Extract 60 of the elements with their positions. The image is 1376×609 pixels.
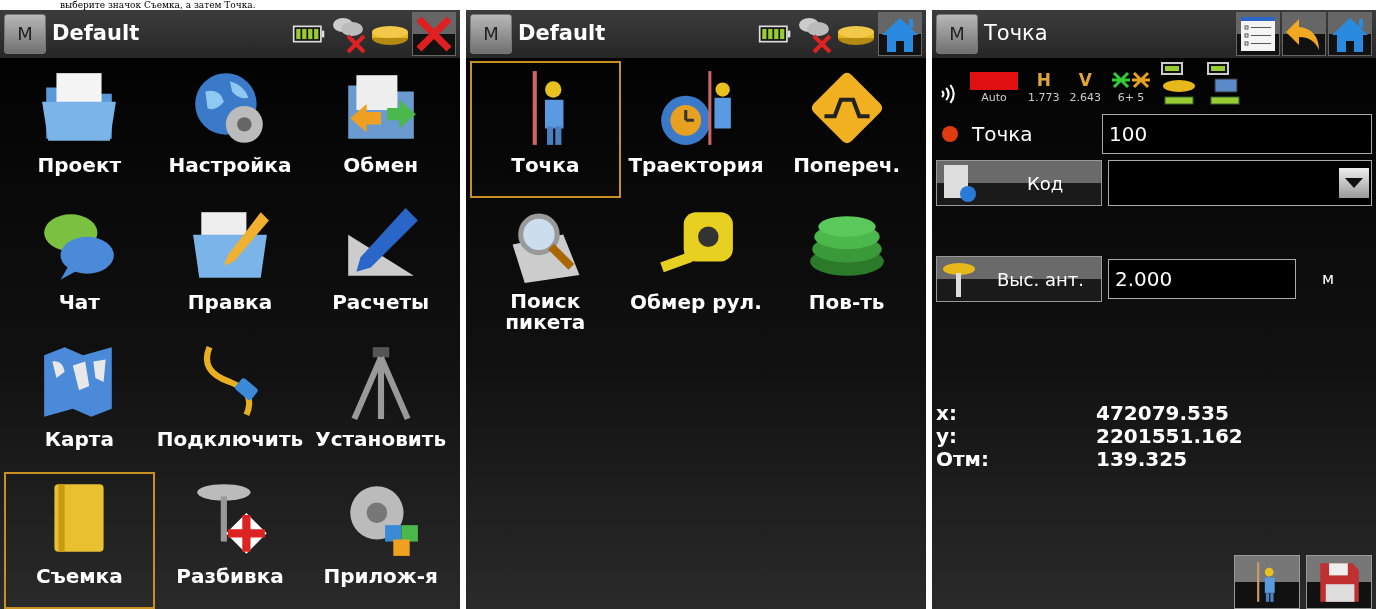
point-name-field[interactable]: 100 xyxy=(1102,114,1372,154)
point-status-dot xyxy=(942,126,958,142)
caret-icon xyxy=(1345,178,1363,188)
menu-item[interactable]: Обмер рул. xyxy=(620,198,772,335)
menu-item[interactable]: Пов-ть xyxy=(771,198,922,335)
home-button[interactable] xyxy=(1328,12,1372,56)
menu-item[interactable]: Траектория xyxy=(620,61,772,198)
close-icon xyxy=(414,14,454,54)
menu-button[interactable]: M xyxy=(936,14,978,54)
save-icon xyxy=(1317,560,1361,604)
window-title: Точка xyxy=(984,20,1048,48)
menu-item[interactable]: Попереч. xyxy=(771,61,922,198)
controller-battery-icon xyxy=(1207,62,1243,106)
coord-label: Отм: xyxy=(936,448,990,471)
back-button[interactable] xyxy=(1282,12,1326,56)
status-reading: 6+ 5 xyxy=(1117,89,1145,106)
coord-label: y: xyxy=(936,425,959,448)
menu-item[interactable]: Правка xyxy=(154,198,306,335)
menu-item[interactable]: Чат xyxy=(4,198,155,335)
unit-label: м xyxy=(1322,268,1335,290)
menu-item[interactable]: Установить xyxy=(305,335,456,472)
code-dropdown[interactable] xyxy=(1108,160,1372,206)
coord-label: x: xyxy=(936,402,958,425)
field-label: Точка xyxy=(972,121,1033,148)
coord-value: 472079.535 xyxy=(1096,402,1230,425)
receiver-battery-icon xyxy=(1161,62,1197,106)
coord-value: 139.325 xyxy=(1096,448,1189,471)
status-reading: Auto xyxy=(981,89,1007,106)
caption-text: выберите значок Съемка, а затем Точка. xyxy=(59,0,257,10)
status-reading: 2.643 xyxy=(1069,89,1101,106)
close-button[interactable] xyxy=(412,12,456,56)
save-button[interactable] xyxy=(1306,555,1372,609)
coord-value: 2201551.162 xyxy=(1096,425,1244,448)
home-button[interactable] xyxy=(878,12,922,56)
menu-item[interactable]: Поиск пикета xyxy=(470,198,621,335)
satellites-icon xyxy=(1111,69,1151,90)
list-button[interactable] xyxy=(1236,12,1280,56)
menu-item[interactable]: Обмен xyxy=(305,61,456,198)
window-title: Default xyxy=(52,20,140,48)
solution-bar-icon xyxy=(970,71,1018,90)
surveyor-button[interactable] xyxy=(1234,555,1300,609)
window-title: Default xyxy=(518,20,606,48)
list-icon xyxy=(1238,14,1278,54)
code-button[interactable]: Код xyxy=(936,160,1102,206)
antenna-height-field[interactable]: 2.000 xyxy=(1108,259,1296,299)
menu-item[interactable]: Проект xyxy=(4,61,155,198)
menu-item[interactable]: Точка xyxy=(470,61,621,198)
menu-item[interactable]: Расчеты xyxy=(305,198,456,335)
menu-item[interactable]: Прилож-я xyxy=(305,472,456,609)
menu-item[interactable]: Съемка xyxy=(4,472,155,609)
status-reading: 1.773 xyxy=(1028,89,1060,106)
menu-item[interactable]: Разбивка xyxy=(154,472,306,609)
antenna-height-button[interactable]: Выс. ант. xyxy=(936,256,1102,302)
menu-item[interactable]: Подключить xyxy=(154,335,306,472)
menu-button[interactable]: M xyxy=(4,14,46,54)
menu-item[interactable]: Карта xyxy=(4,335,155,472)
menu-item[interactable]: Настройка xyxy=(154,61,306,198)
status-letter: V xyxy=(1078,70,1092,90)
menu-button[interactable]: M xyxy=(470,14,512,54)
status-letter: H xyxy=(1036,70,1051,90)
